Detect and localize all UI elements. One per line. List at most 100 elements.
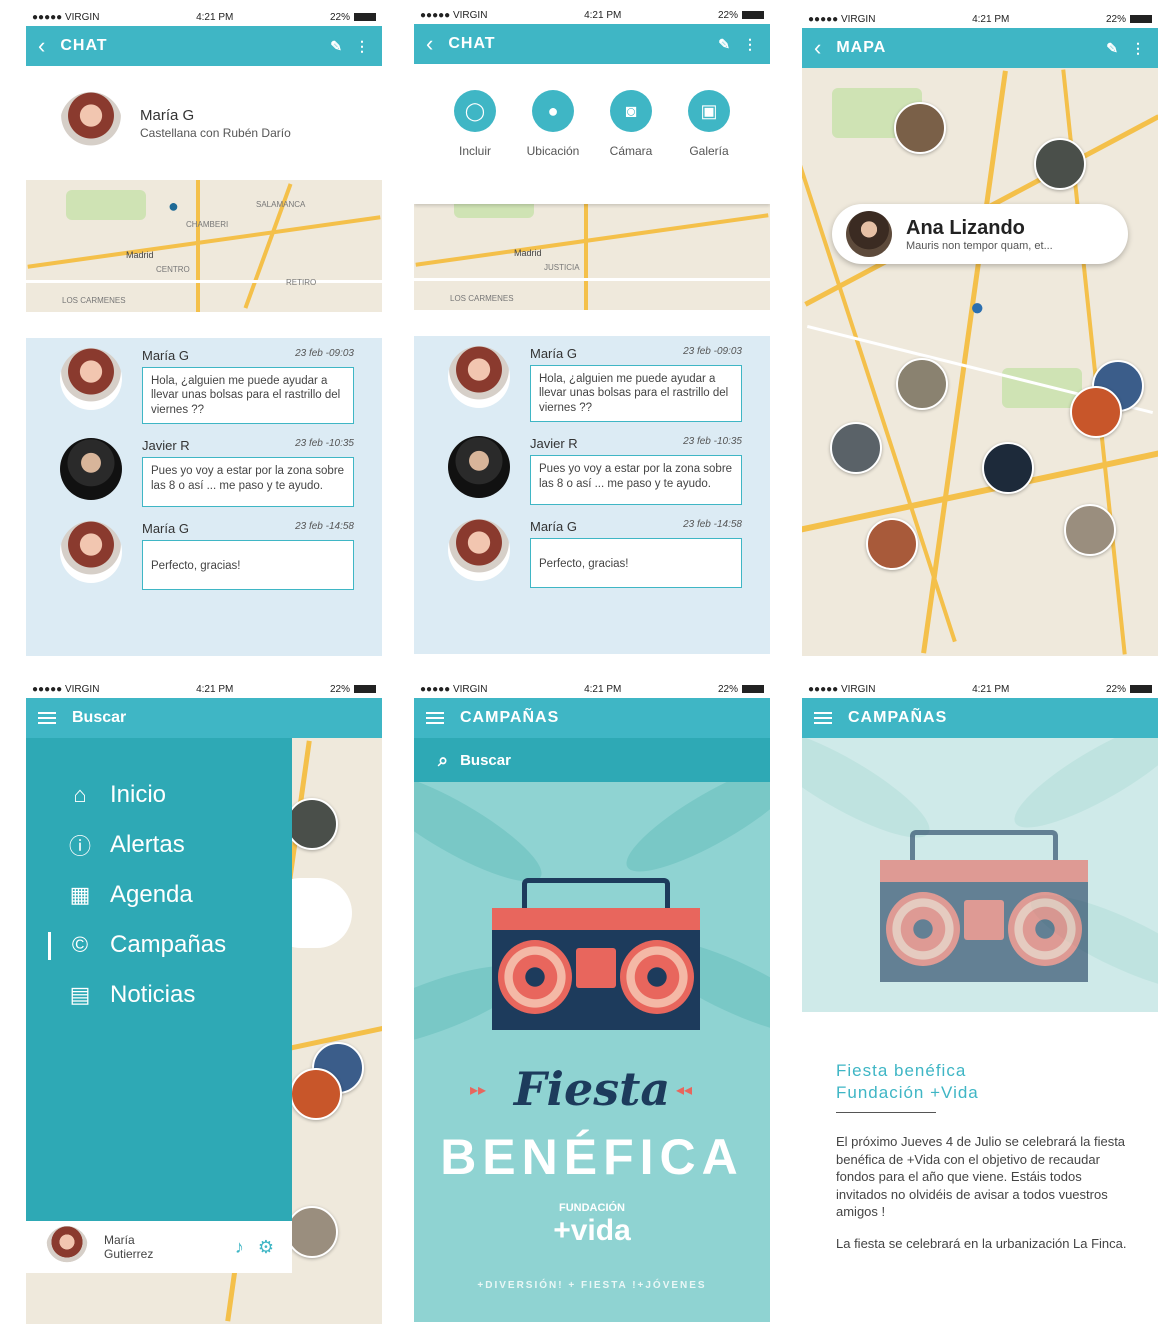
hamburger-icon[interactable] [426,709,444,727]
poster-tagline: +DIVERSIÓN! + FIESTA !+JÓVENES [477,1280,707,1291]
boombox-illustration [492,878,700,1030]
more-vert-icon[interactable]: ⋮ [1131,40,1146,57]
full-map[interactable]: ● Ana Lizando Mauris non tempor quam, et… [802,68,1158,656]
attach-gallery-button[interactable]: ▣ Galería [681,90,737,204]
poster-title: Fiesta [513,1062,671,1116]
user-footer: María Gutierrez ♪ ⚙ [26,1221,292,1273]
map-photo-marker[interactable] [982,442,1034,494]
attach-camera-button[interactable]: ◙ Cámara [603,90,659,204]
menu-item-inicio[interactable]: ⌂ Inicio [26,770,292,820]
contact-name: María G [140,106,195,124]
timestamp: 23 feb -14:58 [295,521,354,533]
search-bar[interactable]: ⌕ Buscar [414,738,770,782]
battery-icon [353,12,376,21]
campaign-icon: © [71,932,89,957]
battery-icon [741,684,764,693]
user-popup[interactable]: Ana Lizando Mauris non tempor quam, et..… [832,204,1128,264]
sender-name: Javier R [142,438,190,454]
status-bar: ●●●●● VIRGIN 4:21 PM 22% [802,680,1158,698]
campaign-heading-2: Fundación +Vida [836,1083,979,1103]
app-bar: ‹ MAPA ✎ ⋮ [802,28,1158,68]
list-item: María G 23 feb -14:58 Perfecto, gracias! [60,521,354,591]
map-photo-marker[interactable] [894,102,946,154]
hamburger-icon[interactable] [814,709,832,727]
status-bar: ●●●●● VIRGIN 4:21 PM 22% [26,8,382,26]
attach-include-button[interactable]: ◯ Incluir [447,90,503,204]
avatar [60,348,122,410]
contact-location: Castellana con Rubén Darío [140,125,291,140]
detail-image [802,738,1158,1012]
home-icon: ⌂ [73,782,87,807]
list-item: Javier R 23 feb -10:35 Pues yo voy a esta… [448,436,742,506]
message-bubble: Perfecto, gracias! [530,538,742,589]
search-label: Buscar [460,751,511,769]
avatar [846,211,892,257]
back-arrow-icon[interactable]: ‹ [814,35,822,61]
divider [836,1112,936,1114]
avatar [448,436,510,499]
avatar [448,346,510,408]
search-icon: ⌕ [438,749,449,770]
message-bubble: Pues yo voy a estar por la zona sobre la… [142,457,354,508]
message-bubble: Hola, ¿alguien me puede ayudar a llevar … [530,365,742,423]
message-list: María G 23 feb -09:03 Hola, ¿alguien me p… [414,336,770,654]
paperclip-icon[interactable]: ✎ [330,38,343,55]
status-bar: ●●●●● VIRGIN 4:21 PM 22% [414,680,770,698]
map-photo-marker[interactable] [1070,386,1122,438]
status-bar: ●●●●● VIRGIN 4:21 PM 22% [414,6,770,24]
hamburger-icon[interactable] [38,709,56,727]
arrow-right-icon: ◂◂ [676,1082,693,1099]
sender-name: María G [142,348,189,363]
bell-icon[interactable]: ♪ [235,1237,244,1258]
paperclip-icon[interactable]: ✎ [718,36,731,53]
campaign-detail-screen: ●●●●● VIRGIN 4:21 PM 22% CAMPAÑAS Fiesta… [802,680,1158,1324]
menu-item-alertas[interactable]: ⓘ Alertas [26,820,292,870]
map-photo-marker[interactable] [830,422,882,474]
app-bar: Buscar [26,698,382,738]
attach-menu: ◯ Incluir ● Ubicación ◙ Cámara ▣ Galería [414,64,770,204]
back-arrow-icon[interactable]: ‹ [38,33,46,59]
app-bar: CAMPAÑAS [802,698,1158,738]
map-photo-marker[interactable] [1034,138,1086,190]
gear-icon[interactable]: ⚙ [258,1237,274,1258]
back-arrow-icon[interactable]: ‹ [426,31,434,57]
menu-item-campanas[interactable]: © Campañas [26,920,292,970]
timestamp: 23 feb -10:35 [295,438,354,450]
paperclip-icon[interactable]: ✎ [1106,40,1119,57]
gallery-icon: ▣ [688,90,730,132]
campaign-poster[interactable]: Fiesta ▸▸ ◂◂ BENÉFICA FUNDACIÓN +vida +D… [414,782,770,1322]
list-item: María G 23 feb -09:03 Hola, ¿alguien me p… [60,348,354,425]
poster-subtitle: BENÉFICA [440,1129,744,1185]
message-bubble: Hola, ¿alguien me puede ayudar a llevar … [142,367,354,425]
map-photo-marker [290,1068,342,1120]
menu-item-noticias[interactable]: ▤ Noticias [26,970,292,1020]
more-vert-icon[interactable]: ⋮ [355,38,370,55]
message-bubble: Perfecto, gracias! [142,540,354,591]
map-photo-marker[interactable] [896,358,948,410]
message-bubble: Pues yo voy a estar por la zona sobre la… [530,455,742,506]
battery-level: 22% [329,11,350,23]
list-item: Javier R 23 feb -10:35 Pues yo voy a esta… [60,438,354,508]
page-title: MAPA [836,39,887,56]
avatar [60,521,122,584]
campaign-location: La fiesta se celebrará en la urbanizació… [836,1235,1127,1251]
campaign-heading: Fiesta benéfica [836,1061,967,1080]
chat-attach-screen: ●●●●● VIRGIN 4:21 PM 22% ‹ CHAT ✎ ⋮ Madr… [414,6,770,654]
map-photo-marker[interactable] [866,518,918,570]
battery-icon [353,684,376,693]
user-first-name: María [104,1232,135,1247]
map-pin-icon: ● [532,90,574,132]
avatar [60,438,122,501]
more-vert-icon[interactable]: ⋮ [743,36,758,53]
popup-name: Ana Lizando [906,216,1025,239]
menu-item-agenda[interactable]: ▦ Agenda [26,870,292,920]
page-title: CAMPAÑAS [460,709,560,726]
attach-location-button[interactable]: ● Ubicación [525,90,581,204]
avatar [448,519,510,582]
poster-fundacion: FUNDACIÓN [559,1202,625,1214]
location-map[interactable]: Madrid CENTRO SALAMANCA CHAMBERI RETIRO … [26,180,382,312]
battery-icon [741,10,764,19]
page-title: Buscar [72,709,127,726]
timestamp: 23 feb -09:03 [295,348,354,359]
map-photo-marker[interactable] [1064,504,1116,556]
